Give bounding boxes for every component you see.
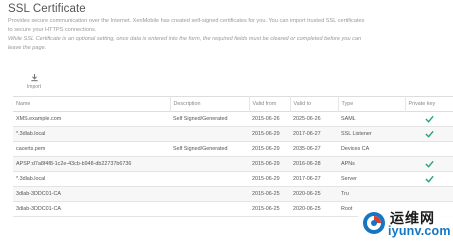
cell-type: SSL Listener <box>341 131 372 137</box>
cell-name: cacerts.pem <box>16 146 46 152</box>
cell-description: Self Signed/Generated <box>173 116 228 122</box>
cell-name: 3dlab-3DDC01-CA <box>16 191 61 197</box>
cell-type: Devices CA <box>341 146 370 152</box>
column-header-name[interactable]: Name <box>13 97 170 112</box>
checkmark-icon <box>424 130 434 138</box>
checkmark-icon <box>424 115 434 123</box>
cell-description <box>170 187 249 202</box>
table-row[interactable]: *.3dlab.local 2015-06-29 2017-06-27 SSL Lis… <box>13 126 453 142</box>
cell-private-key <box>405 112 453 127</box>
certificate-table: Name Description Valid from Valid to Typ… <box>13 96 453 217</box>
table-row[interactable]: XMS.example.com Self Signed/Generated 2015… <box>13 112 453 127</box>
cell-valid-from: 2015-06-29 <box>252 146 280 152</box>
import-button[interactable]: Import <box>22 73 46 90</box>
cell-description <box>170 157 249 172</box>
column-header-valid-from[interactable]: Valid from <box>248 96 290 112</box>
cell-valid-to: 2020-06-25 <box>293 191 321 197</box>
cell-valid-from: 2015-06-29 <box>252 131 280 137</box>
cell-description <box>170 172 249 187</box>
cell-valid-from: 2015-06-29 <box>252 176 280 182</box>
cell-description: Self Signed/Generated <box>173 146 228 152</box>
table-row[interactable]: 3dlab-3DDC01-CA 2015-06-25 2020-06-25 Tru <box>13 186 453 202</box>
checkmark-icon <box>424 175 434 183</box>
cell-name: *.3dlab.local <box>16 176 46 182</box>
cell-valid-from: 2015-06-26 <box>252 116 280 122</box>
cell-valid-from: 2015-06-29 <box>252 161 280 167</box>
watermark-url: iyunv.com <box>388 224 451 238</box>
table-body: XMS.example.com Self Signed/Generated 2015… <box>13 112 453 217</box>
cell-type: SAML <box>341 116 356 122</box>
cell-valid-to: 2035-06-27 <box>293 146 321 152</box>
cell-type: Tru <box>341 191 349 197</box>
cell-type: Server <box>341 176 357 182</box>
cell-private-key <box>405 127 453 142</box>
cell-name: *.3dlab.local <box>16 131 46 137</box>
table-row[interactable]: APSP:d7a8f4f8-1c2e-43cb-b948-db22737b673… <box>13 156 453 172</box>
column-header-type[interactable]: Type <box>337 96 405 112</box>
cell-description <box>170 202 249 217</box>
watermark-logo-icon <box>363 212 385 234</box>
cell-type: APNs <box>341 161 355 167</box>
cell-valid-to: 2020-06-25 <box>293 206 321 212</box>
cell-valid-to: 2017-06-27 <box>293 131 321 137</box>
watermark: 运维网 iyunv.com <box>358 205 453 241</box>
column-header-private-key[interactable]: Private key <box>404 96 453 112</box>
import-label: Import <box>26 84 42 90</box>
cell-valid-to: 2016-06-28 <box>293 161 321 167</box>
table-header-row: Name Description Valid from Valid to Typ… <box>13 96 453 112</box>
cell-valid-from: 2015-06-25 <box>252 191 280 197</box>
import-icon <box>30 73 38 82</box>
checkmark-icon <box>424 160 434 168</box>
cell-private-key <box>405 187 453 202</box>
column-header-valid-to[interactable]: Valid to <box>289 96 338 112</box>
table-row[interactable]: *.3dlab.local 2015-06-29 2017-06-27 Server <box>13 172 453 187</box>
description-line: Provides secure communication over the I… <box>8 18 365 24</box>
cell-private-key <box>405 172 453 187</box>
optional-note: While SSL Certificate is an optional set… <box>8 36 362 42</box>
page-title: SSL Certificate <box>8 3 86 15</box>
page-description: Provides secure communication over the I… <box>8 17 448 53</box>
optional-note: leave the page. <box>8 45 47 51</box>
column-header-description[interactable]: Description <box>169 96 249 112</box>
cell-private-key <box>405 142 453 157</box>
ssl-certificate-page: SSL Certificate Provides secure communic… <box>0 0 453 241</box>
cell-private-key <box>405 157 453 172</box>
cell-description <box>170 127 249 142</box>
cell-name: 3dlab-3DDC01-CA <box>16 206 61 212</box>
cell-valid-to: 2025-06-26 <box>293 116 321 122</box>
cell-valid-to: 2017-06-27 <box>293 176 321 182</box>
table-row[interactable]: cacerts.pem Self Signed/Generated 2015-06-… <box>13 142 453 157</box>
cell-name: APSP:d7a8f4f8-1c2e-43cb-b948-db22737b673… <box>16 161 132 167</box>
cell-valid-from: 2015-06-25 <box>252 206 280 212</box>
description-line: to secure your HTTPS connections. <box>8 27 97 33</box>
cell-name: XMS.example.com <box>16 116 62 122</box>
